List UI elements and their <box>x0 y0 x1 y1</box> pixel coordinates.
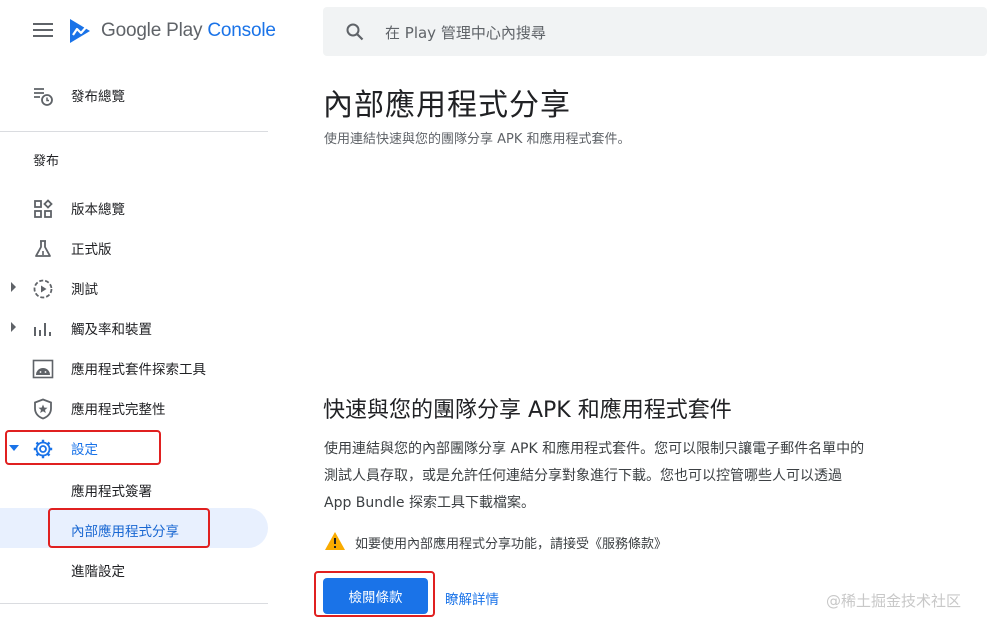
sidebar-item-app-integrity[interactable]: 應用程式完整性 <box>0 388 270 428</box>
sidebar-item-label: 測試 <box>71 282 98 298</box>
flask-icon <box>32 238 54 260</box>
terms-warning-text: 如要使用內部應用程式分享功能，請接受《服務條款》 <box>355 537 668 552</box>
learn-more-link[interactable]: 瞭解詳情 <box>445 588 499 608</box>
description-line: App Bundle 探索工具下載檔案。 <box>324 495 535 511</box>
sidebar-item-label: 進階設定 <box>71 564 125 580</box>
expand-arrow-icon[interactable] <box>11 282 16 292</box>
highlight-box-internal-sharing <box>48 508 210 548</box>
logo-word-console: Console <box>207 20 276 41</box>
search-icon[interactable] <box>345 22 365 46</box>
watermark: @稀土掘金技术社区 <box>826 592 962 610</box>
sidebar-item-label: 版本總覽 <box>71 202 125 218</box>
section-description: 使用連結與您的內部團隊分享 APK 和應用程式套件。您可以限制只讓電子郵件名單中… <box>324 436 964 517</box>
sidebar-item-production[interactable]: 正式版 <box>0 228 270 268</box>
section-header-release: 發布 <box>33 154 60 169</box>
sidebar-item-label: 應用程式套件探索工具 <box>71 362 206 378</box>
google-play-console-logo-icon <box>70 19 90 43</box>
page-subtitle: 使用連結快速與您的團隊分享 APK 和應用程式套件。 <box>324 132 631 147</box>
expand-arrow-icon[interactable] <box>11 322 16 332</box>
sidebar-subitem-app-signing[interactable]: 應用程式簽署 <box>0 468 268 508</box>
divider <box>0 603 268 604</box>
release-overview-icon <box>32 85 54 107</box>
sidebar-item-label: 觸及率和裝置 <box>71 322 152 338</box>
sidebar-item-testing[interactable]: 測試 <box>0 268 270 308</box>
sidebar-item-label: 應用程式簽署 <box>71 484 152 500</box>
bar-chart-icon <box>32 318 54 340</box>
logo-word-google-play: Google Play <box>101 20 203 41</box>
section-title: 快速與您的團隊分享 APK 和應用程式套件 <box>323 398 732 423</box>
sidebar-item-release-overview[interactable]: 發布總覽 <box>0 75 270 115</box>
sidebar-item-release-dashboard[interactable]: 版本總覽 <box>0 188 270 228</box>
sidebar-item-app-bundle-explorer[interactable]: 應用程式套件探索工具 <box>0 348 270 388</box>
page-title: 內部應用程式分享 <box>323 88 571 123</box>
dashboard-icon <box>32 198 54 220</box>
highlight-box-settings <box>5 430 161 465</box>
sidebar-item-label: 發布總覽 <box>71 89 125 105</box>
sidebar-item-label: 正式版 <box>71 242 112 258</box>
menu-icon[interactable] <box>33 23 53 39</box>
app-logo-text[interactable]: Google Play Console <box>101 20 276 42</box>
play-circle-icon <box>32 278 54 300</box>
description-line: 使用連結與您的內部團隊分享 APK 和應用程式套件。您可以限制只讓電子郵件名單中… <box>324 441 865 457</box>
divider <box>0 131 268 132</box>
highlight-box-review-button <box>314 571 435 617</box>
sidebar-item-label: 應用程式完整性 <box>71 402 166 418</box>
sidebar-subitem-advanced-settings[interactable]: 進階設定 <box>0 548 268 588</box>
shield-star-icon <box>32 398 54 420</box>
description-line: 測試人員存取，或是允許任何連結分享對象進行下載。您也可以控管哪些人可以透過 <box>324 468 842 484</box>
search-input[interactable]: 在 Play 管理中心內搜尋 <box>385 22 546 43</box>
sidebar-item-reach-and-devices[interactable]: 觸及率和裝置 <box>0 308 270 348</box>
android-icon <box>32 358 54 380</box>
warning-icon <box>325 532 345 550</box>
sidebar: Google Play Console 發布總覽 發布 版本總覽 正式版 測試 <box>0 0 276 617</box>
search-bar[interactable]: 在 Play 管理中心內搜尋 <box>323 7 987 56</box>
